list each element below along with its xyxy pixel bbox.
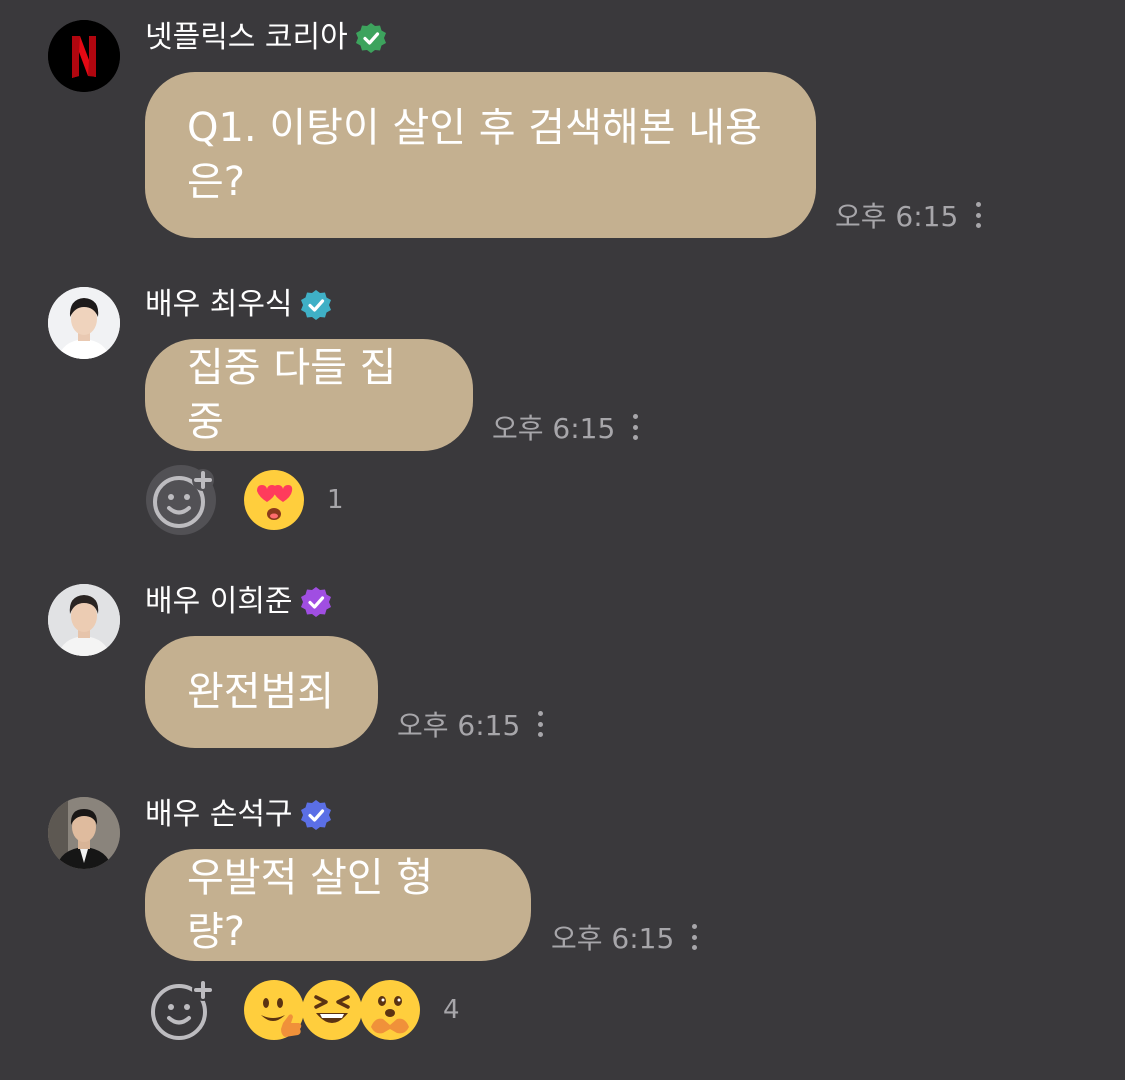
reaction-count: 4 xyxy=(443,995,460,1025)
add-reaction-icon xyxy=(151,979,214,1040)
reaction-bar: 4 xyxy=(145,974,460,1046)
laughing-emoji-icon[interactable] xyxy=(301,979,363,1041)
message-time: 오후 6:15 xyxy=(551,922,675,955)
verified-badge-icon xyxy=(300,800,331,830)
message-text: 우발적 살인 형량? xyxy=(187,855,434,955)
chat-thread: 넷플릭스 코리아 Q1. 이탕이 살인 후 검색해본 내용 은? 오후 6:15 xyxy=(0,0,1125,1080)
avatar[interactable] xyxy=(48,797,120,869)
sender-name-row: 배우 손석구 xyxy=(145,797,333,833)
avatar-portrait-icon xyxy=(48,797,120,869)
hands-together-emoji-icon[interactable] xyxy=(359,979,421,1041)
add-reaction-button[interactable] xyxy=(145,974,217,1046)
sender-name: 배우 손석구 xyxy=(145,797,293,832)
message-group: 배우 손석구 우발적 살인 형량? 오후 6:15 4 xyxy=(0,0,1125,1080)
thumbs-up-emoji-icon[interactable] xyxy=(243,979,305,1041)
message-bubble[interactable]: 우발적 살인 형량? xyxy=(145,849,531,961)
more-options-icon[interactable] xyxy=(692,924,698,950)
message-meta: 오후 6:15 xyxy=(551,920,698,955)
